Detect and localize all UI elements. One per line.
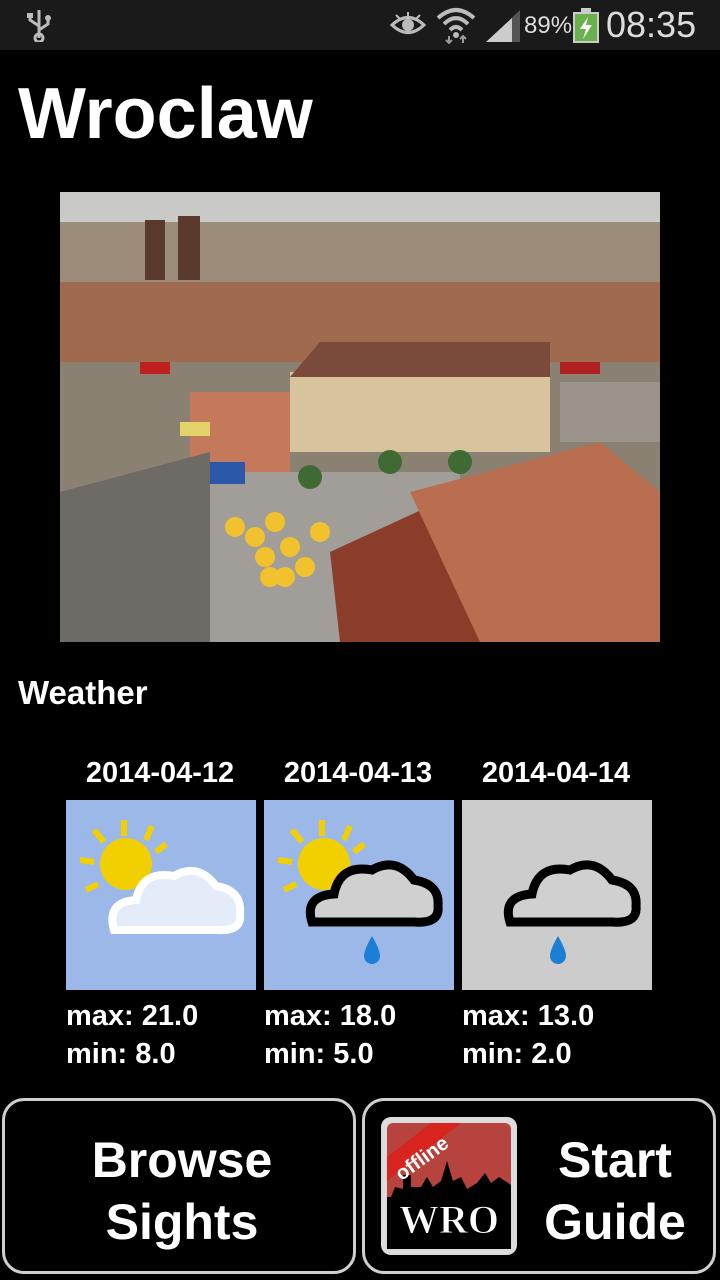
start-guide-button[interactable]: offline WRO Start Guide xyxy=(362,1098,716,1274)
start-guide-label: Start Guide xyxy=(525,1129,705,1253)
start-label-line2: Guide xyxy=(544,1194,686,1250)
weather-max: max: 18.0 xyxy=(264,1000,397,1032)
weather-day: 2014-04-12 max: 21.0 min: 8.0 xyxy=(64,752,256,1070)
weather-min: min: 2.0 xyxy=(462,1038,572,1070)
battery-percent: 89% xyxy=(524,12,573,39)
weather-day: 2014-04-14 max: 13.0 min: 2.0 xyxy=(460,752,652,1070)
browse-label-line2: Sights xyxy=(105,1194,259,1250)
weather-date: 2014-04-14 xyxy=(481,757,631,789)
sun-rain-cloud-icon xyxy=(264,800,454,990)
rain-cloud-icon xyxy=(462,800,652,990)
usb-icon xyxy=(27,10,51,42)
wro-offline-logo-icon: offline WRO xyxy=(381,1117,517,1255)
weather-date: 2014-04-12 xyxy=(85,757,235,789)
weather-min: min: 5.0 xyxy=(264,1038,374,1070)
browse-sights-label: Browse Sights xyxy=(5,1129,359,1253)
weather-max: max: 21.0 xyxy=(66,1000,199,1032)
page-title: Wroclaw xyxy=(18,74,313,154)
start-label-line1: Start xyxy=(558,1132,672,1188)
battery-charging-icon xyxy=(573,8,599,43)
wifi-icon xyxy=(436,8,476,44)
logo-text: WRO xyxy=(399,1197,499,1242)
weather-day: 2014-04-13 max: 18.0 min: 5.0 xyxy=(262,752,454,1070)
clock: 08:35 xyxy=(606,4,697,45)
sun-cloud-icon xyxy=(66,800,256,990)
browse-sights-button[interactable]: Browse Sights xyxy=(2,1098,356,1274)
city-photo xyxy=(60,192,660,642)
browse-label-line1: Browse xyxy=(91,1132,273,1188)
weather-max: max: 13.0 xyxy=(462,1000,595,1032)
weather-heading: Weather xyxy=(18,674,148,711)
signal-icon xyxy=(486,10,520,42)
weather-min: min: 8.0 xyxy=(66,1038,176,1070)
eye-icon xyxy=(390,12,426,34)
weather-date: 2014-04-13 xyxy=(283,757,433,789)
status-bar: 89% 08:35 xyxy=(0,0,720,50)
